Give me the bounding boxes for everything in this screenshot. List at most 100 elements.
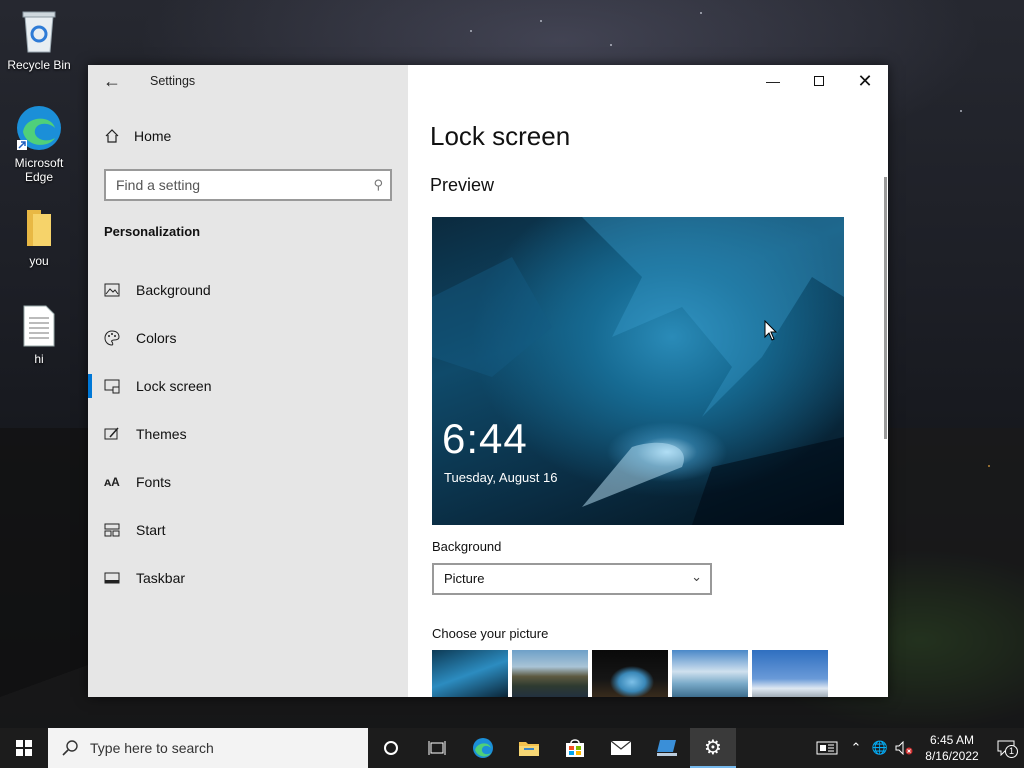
chevron-up-icon: ⌃ [850, 740, 862, 755]
notification-count-badge: 1 [1005, 745, 1018, 758]
sidebar-item-themes[interactable]: Themes [88, 410, 408, 458]
close-icon: ✕ [857, 70, 873, 91]
desktop-icon-label: you [29, 254, 49, 268]
wallpaper-star [540, 20, 542, 22]
minimize-button[interactable]: — [750, 65, 796, 97]
task-view-button[interactable] [414, 728, 460, 768]
wallpaper-star [988, 465, 990, 467]
nav-home-label: Home [134, 128, 172, 144]
sidebar-item-label: Themes [136, 426, 187, 442]
network-button[interactable]: 🌐 [868, 728, 892, 768]
search-icon: ⚲ [373, 177, 383, 192]
lock-screen-icon [104, 378, 120, 394]
clock-time: 6:45 AM [929, 733, 975, 747]
clock-date: 8/16/2022 [925, 749, 979, 763]
maximize-icon [814, 76, 824, 86]
taskbar-store-button[interactable] [552, 728, 598, 768]
news-button[interactable] [810, 728, 844, 768]
nav-home[interactable]: Home [104, 128, 171, 144]
sidebar-item-label: Fonts [136, 474, 172, 490]
sidebar-item-fonts[interactable]: ᴀA Fonts [88, 458, 408, 506]
cortana-button[interactable] [368, 728, 414, 768]
background-dropdown-value: Picture [444, 571, 485, 586]
background-dropdown[interactable]: Picture ⌄ [432, 563, 712, 595]
task-view-icon [428, 741, 446, 755]
preview-heading: Preview [430, 175, 495, 195]
sidebar-item-lock-screen[interactable]: Lock screen [88, 362, 408, 410]
search-placeholder: Find a setting [116, 177, 201, 193]
choose-picture-label: Choose your picture [432, 626, 549, 641]
desktop-icon-label: Microsoft Edge [14, 156, 64, 184]
wallpaper-star [610, 44, 612, 46]
content-scrollbar[interactable] [884, 177, 887, 439]
wallpaper-star [700, 12, 702, 14]
wallpaper-star [470, 30, 472, 32]
sidebar-item-colors[interactable]: Colors [88, 314, 408, 362]
mail-icon [610, 740, 632, 755]
taskbar-mail-button[interactable] [598, 728, 644, 768]
start-button[interactable] [0, 728, 48, 768]
desktop-icon-edge[interactable]: Microsoft Edge [1, 104, 77, 184]
desktop-icon-label: hi [34, 352, 44, 366]
taskbar-settings-button[interactable]: ⚙ [690, 728, 736, 768]
cortana-icon [384, 741, 398, 755]
back-button[interactable]: ← [100, 69, 124, 93]
sidebar-item-start[interactable]: Start [88, 506, 408, 554]
ie-app-icon [657, 740, 677, 756]
taskbar-search-placeholder: Type here to search [90, 740, 214, 756]
settings-gear-icon: ⚙ [704, 736, 722, 759]
picture-thumbnails [432, 650, 828, 697]
taskbar-app-button[interactable] [644, 728, 690, 768]
text-document-icon [23, 305, 55, 347]
search-icon [62, 740, 78, 756]
home-icon [105, 129, 119, 143]
preview-time: 6:44 [442, 415, 528, 462]
recycle-bin-icon [22, 11, 56, 53]
back-arrow-icon: ← [103, 71, 121, 91]
volume-button[interactable] [892, 728, 916, 768]
sidebar-item-label: Start [136, 522, 166, 538]
taskbar-search-box[interactable]: Type here to search [48, 728, 368, 768]
desktop-icon-recycle-bin[interactable]: Recycle Bin [1, 8, 77, 72]
thumbnail-cave-opening[interactable] [592, 650, 668, 697]
sidebar-item-taskbar[interactable]: Taskbar [88, 554, 408, 602]
maximize-button[interactable] [796, 65, 842, 97]
background-image-icon [104, 282, 120, 298]
sidebar-item-background[interactable]: Background [88, 266, 408, 314]
mouse-cursor-icon [764, 320, 778, 341]
volume-muted-icon [895, 741, 913, 755]
system-tray: ⌃ 🌐 6:45 AM 8/16/2022 1 [810, 728, 1024, 768]
settings-content: — ✕ Lock screen Preview 6:44 Tuesday, Au… [408, 65, 888, 697]
personalization-nav: Background Colors Lock screen Themes ᴀA … [88, 266, 408, 602]
taskbar-file-explorer-button[interactable] [506, 728, 552, 768]
sidebar-item-label: Background [136, 282, 211, 298]
taskbar: Type here to search ⚙ ⌃ 🌐 6:45 AM 8/16/2… [0, 728, 1024, 768]
start-grid-icon [104, 522, 120, 538]
close-button[interactable]: ✕ [842, 65, 888, 97]
sidebar-item-label: Lock screen [136, 378, 212, 394]
desktop-icon-text-file[interactable]: hi [1, 304, 77, 366]
thumbnail-beach-hammock[interactable] [672, 650, 748, 697]
settings-window: ← Settings Home Find a setting ⚲ Persona… [88, 65, 888, 697]
sidebar-item-label: Colors [136, 330, 177, 346]
thumbnail-mountain-lake[interactable] [512, 650, 588, 697]
thumbnail-blue-sky[interactable] [752, 650, 828, 697]
settings-sidebar: ← Settings Home Find a setting ⚲ Persona… [88, 65, 408, 697]
background-label: Background [432, 539, 502, 554]
section-title: Personalization [104, 224, 201, 239]
desktop-icon-folder[interactable]: you [1, 206, 77, 268]
taskbar-icon [104, 570, 120, 586]
show-hidden-icons-button[interactable]: ⌃ [844, 728, 868, 768]
wallpaper-star [960, 110, 962, 112]
chevron-down-icon: ⌄ [691, 569, 702, 584]
taskbar-edge-button[interactable] [460, 728, 506, 768]
find-setting-search[interactable]: Find a setting ⚲ [104, 169, 392, 201]
file-explorer-icon [519, 742, 539, 756]
themes-brush-icon [104, 426, 120, 442]
thumbnail-ice-cave[interactable] [432, 650, 508, 697]
taskbar-clock[interactable]: 6:45 AM 8/16/2022 [916, 732, 988, 764]
page-title: Lock screen [430, 121, 571, 151]
notification-center-button[interactable]: 1 [988, 728, 1024, 768]
lock-screen-preview: 6:44 Tuesday, August 16 [432, 217, 844, 525]
desktop-icon-label: Recycle Bin [7, 58, 71, 72]
